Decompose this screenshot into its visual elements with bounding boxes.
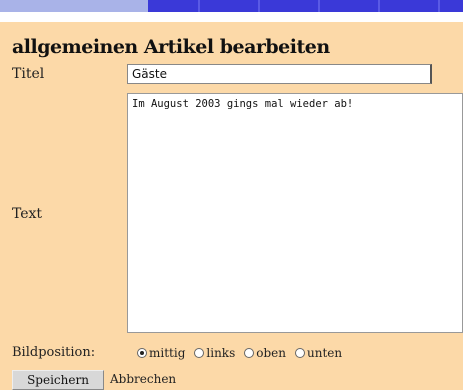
radio-label: mittig bbox=[149, 346, 186, 360]
radio-checked-icon[interactable] bbox=[137, 348, 147, 358]
top-navigation-bar bbox=[0, 0, 463, 22]
nav-tabs[interactable] bbox=[148, 0, 463, 12]
text-textarea[interactable]: Im August 2003 gings mal wieder ab! bbox=[127, 93, 463, 333]
radio-option-mittig[interactable]: mittig bbox=[137, 346, 185, 360]
page-title: allgemeinen Artikel bearbeiten bbox=[12, 36, 330, 58]
image-position-radio-group: mittig links oben unten bbox=[137, 344, 342, 362]
text-label: Text bbox=[12, 206, 43, 222]
tab-separator bbox=[318, 0, 320, 12]
cancel-link[interactable]: Abbrechen bbox=[110, 370, 176, 390]
radio-unchecked-icon[interactable] bbox=[244, 348, 255, 358]
title-input[interactable] bbox=[127, 64, 432, 84]
title-label: Titel bbox=[12, 66, 45, 82]
radio-label: unten bbox=[306, 346, 343, 360]
radio-option-unten[interactable]: unten bbox=[294, 346, 343, 360]
tab-separator bbox=[378, 0, 380, 12]
radio-unchecked-icon[interactable] bbox=[194, 348, 205, 358]
radio-label: oben bbox=[256, 346, 286, 360]
nav-bar-left-segment bbox=[0, 0, 148, 12]
tab-separator bbox=[198, 0, 200, 12]
radio-option-links[interactable]: links bbox=[194, 346, 235, 360]
tab-separator bbox=[438, 0, 440, 12]
save-button[interactable]: Speichern bbox=[12, 370, 104, 390]
image-position-label: Bildposition: bbox=[12, 345, 96, 360]
tab-separator bbox=[258, 0, 260, 12]
radio-option-oben[interactable]: oben bbox=[244, 346, 286, 360]
radio-label: links bbox=[206, 346, 236, 360]
radio-unchecked-icon[interactable] bbox=[294, 348, 305, 358]
